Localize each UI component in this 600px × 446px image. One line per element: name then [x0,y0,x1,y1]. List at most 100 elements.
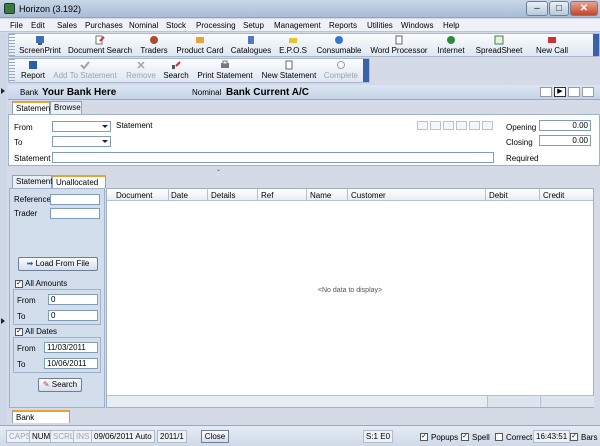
title-bar: Horizon (3.192) – □ ✕ [0,0,600,18]
col-customer[interactable]: Customer [351,191,386,200]
popups-label: Popups [431,433,459,442]
col-debit[interactable]: Debit [489,191,508,200]
report-button[interactable]: Report [17,59,49,82]
col-date[interactable]: Date [171,191,188,200]
col-document[interactable]: Document [116,191,152,200]
word-processor-button[interactable]: Word Processor [369,34,429,57]
edit-icon[interactable] [430,121,441,130]
attach-icon[interactable] [582,87,594,97]
maximize-button[interactable]: □ [549,1,569,16]
screenprint-button[interactable]: ScreenPrint [15,34,65,57]
edit-pencil-icon[interactable] [568,87,580,97]
menu-management[interactable]: Management [274,21,321,30]
menu-stock[interactable]: Stock [166,21,186,30]
correct-checkbox[interactable] [495,433,503,441]
load-arrow-icon: ➡ [26,259,34,268]
date-indicator: 09/06/2011 Auto [91,430,155,443]
menu-nominal[interactable]: Nominal [129,21,158,30]
close-button[interactable]: Close [201,430,229,443]
amount-to-select[interactable]: 0 [48,310,98,321]
amount-to-label: To [17,312,26,321]
statement-from-select[interactable] [52,121,111,132]
mail-icon[interactable] [456,121,467,130]
all-amounts-checkbox[interactable]: ✓ [15,280,23,288]
load-from-file-button[interactable]: ➡ Load From File [18,257,98,271]
tab-statement[interactable]: Statement [12,101,52,114]
check-icon [80,60,90,70]
filter-search-button[interactable]: ✎ Search [38,378,82,392]
internet-icon [446,35,456,45]
menu-help[interactable]: Help [443,21,459,30]
trader-field[interactable] [50,208,100,219]
tab-lower-statement[interactable]: Statement [12,175,52,188]
close-window-button[interactable]: ✕ [570,1,598,16]
menu-processing[interactable]: Processing [196,21,236,30]
internet-button[interactable]: Internet [433,34,469,57]
date-to-field[interactable]: 10/06/2011 [44,358,98,369]
date-from-label: From [17,344,36,353]
add-to-statement-button[interactable]: Add To Statement [51,59,119,82]
trader-label: Trader [14,209,38,218]
epos-button[interactable]: E.P.O.S [275,34,311,57]
status-bar: CAPS NUM SCRL INS 09/06/2011 Auto 2011/1… [0,425,600,446]
search-button[interactable]: Search [161,59,191,82]
bars-checkbox[interactable]: ✓ [570,433,578,441]
date-from-field[interactable]: 11/03/2011 [44,342,98,353]
table-icon[interactable] [417,121,428,130]
menu-purchases[interactable]: Purchases [85,21,123,30]
session-indicator: S:1 E0 [363,430,394,443]
toolbar-options-handle[interactable] [593,34,599,56]
col-name[interactable]: Name [310,191,331,200]
traders-button[interactable]: Traders [137,34,171,57]
menu-windows[interactable]: Windows [401,21,433,30]
amount-from-select[interactable]: 0 [48,294,98,305]
calendar-icon[interactable] [443,121,454,130]
new-call-button[interactable]: New Call [529,34,575,57]
menu-setup[interactable]: Setup [243,21,264,30]
document-search-button[interactable]: Document Search [65,34,135,57]
toolbar-options-handle[interactable] [363,59,369,82]
popups-checkbox[interactable]: ✓ [420,433,428,441]
print-statement-button[interactable]: Print Statement [195,59,255,82]
catalogues-button[interactable]: Catalogues [229,34,273,57]
col-ref[interactable]: Ref [261,191,273,200]
menu-bar: File Edit Sales Purchases Nominal Stock … [0,19,600,32]
tab-unallocated[interactable]: Unallocated [52,175,106,188]
delete-icon[interactable] [482,121,493,130]
spell-checkbox[interactable]: ✓ [461,433,469,441]
lower-tabs: Statement Unallocated [12,175,312,188]
product-card-button[interactable]: Product Card [173,34,227,57]
col-details[interactable]: Details [211,191,235,200]
export-icon[interactable] [469,121,480,130]
statement-text-field[interactable] [52,152,494,163]
opening-balance-field[interactable]: 0.00 [539,120,591,131]
col-credit[interactable]: Credit [543,191,564,200]
menu-reports[interactable]: Reports [329,21,357,30]
all-dates-checkbox[interactable]: ✓ [15,328,23,336]
collapse-chevron-icon[interactable]: ⌄ [216,167,224,173]
reference-field[interactable] [50,194,100,205]
menu-file[interactable]: File [10,21,23,30]
navigate-first-icon[interactable] [540,87,552,97]
minimize-button[interactable]: – [526,1,548,16]
consumable-button[interactable]: Consumable [313,34,365,57]
toolbar-grip[interactable] [9,59,15,82]
closing-balance-field[interactable]: 0.00 [539,135,591,146]
play-icon[interactable]: ▶ [554,87,566,97]
complete-button[interactable]: Complete [321,59,361,82]
remove-button[interactable]: Remove [121,59,161,82]
menu-utilities[interactable]: Utilities [367,21,393,30]
menu-sales[interactable]: Sales [57,21,77,30]
expand-arrow-icon[interactable] [1,318,5,324]
new-statement-button[interactable]: New Statement [259,59,319,82]
expand-arrow-icon[interactable] [1,88,5,94]
reference-label: Reference [14,195,51,204]
main-toolbar: ScreenPrint Document Search Traders Prod… [8,33,600,57]
tab-browse[interactable]: Browse [50,101,82,114]
left-splitter[interactable] [0,33,7,425]
report-icon [28,60,38,70]
tab-bank-reconcile[interactable]: Bank Reconcile [12,410,70,433]
spreadsheet-button[interactable]: SpreadSheet [471,34,527,57]
menu-edit[interactable]: Edit [31,21,45,30]
statement-to-select[interactable] [52,136,111,147]
